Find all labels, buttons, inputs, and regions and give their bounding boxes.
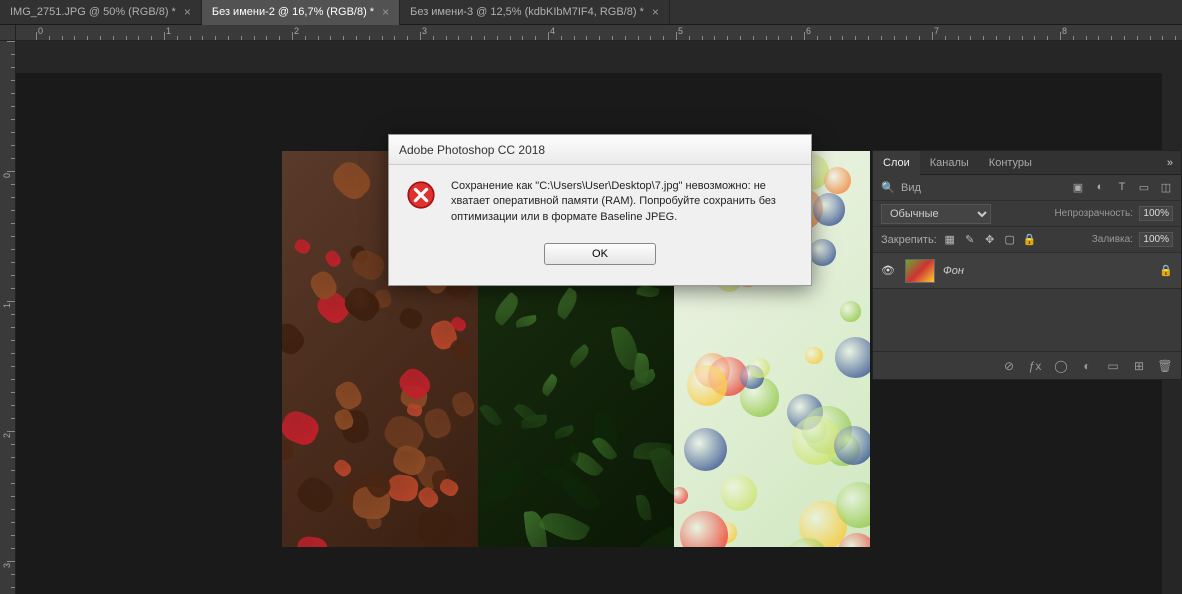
fill-value[interactable]: 100% xyxy=(1139,232,1173,247)
filter-text-icon[interactable]: T xyxy=(1115,181,1129,194)
lock-image-icon[interactable]: ✎ xyxy=(963,233,977,246)
ruler-vertical[interactable]: 0123 xyxy=(0,41,16,594)
document-tabs-bar: IMG_2751.JPG @ 50% (RGB/8) * × Без имени… xyxy=(0,0,1182,25)
panel-tabs: Слои Каналы Контуры » xyxy=(873,151,1181,175)
layer-thumbnail[interactable] xyxy=(905,259,935,283)
filter-pixel-icon[interactable]: ▣ xyxy=(1071,181,1085,194)
blend-opacity-row: Обычные Непрозрачность: 100% xyxy=(873,201,1181,227)
document-tab[interactable]: Без имени-2 @ 16,7% (RGB/8) * × xyxy=(202,0,400,25)
filter-smart-icon[interactable]: ◫ xyxy=(1159,181,1173,194)
dialog-body: Сохранение как "C:\Users\User\Desktop\7.… xyxy=(389,165,811,285)
trash-icon[interactable]: 🗑 xyxy=(1157,359,1173,373)
visibility-icon[interactable]: 👁 xyxy=(881,264,897,277)
filter-type-select[interactable]: Вид xyxy=(901,182,1065,194)
layer-item[interactable]: 👁 Фон 🔒 xyxy=(873,253,1181,289)
lock-fill-row: Закрепить: ▦ ✎ ✥ ▢ 🔒 Заливка: 100% xyxy=(873,227,1181,253)
lock-artboard-icon[interactable]: ▢ xyxy=(1003,233,1017,246)
ok-button[interactable]: OK xyxy=(544,243,656,265)
tab-paths[interactable]: Контуры xyxy=(979,151,1042,175)
fx-icon[interactable]: ƒx xyxy=(1027,359,1043,373)
new-layer-icon[interactable]: ⊞ xyxy=(1131,359,1147,373)
layer-filter-row: 🔍 Вид ▣ ◐ T ▭ ◫ xyxy=(873,175,1181,201)
tab-layers[interactable]: Слои xyxy=(873,151,920,175)
lock-position-icon[interactable]: ✥ xyxy=(983,233,997,246)
filter-icons: ▣ ◐ T ▭ ◫ xyxy=(1071,181,1173,194)
close-icon[interactable]: × xyxy=(382,5,389,19)
collapse-icon[interactable]: » xyxy=(1159,157,1181,169)
layer-name[interactable]: Фон xyxy=(943,265,1151,277)
link-layers-icon[interactable]: ⊘ xyxy=(1001,359,1017,373)
lock-all-icon[interactable]: 🔒 xyxy=(1023,233,1037,246)
mask-icon[interactable]: ◯ xyxy=(1053,359,1069,373)
dialog-title-bar[interactable]: Adobe Photoshop CC 2018 xyxy=(389,135,811,165)
tab-label: Без имени-2 @ 16,7% (RGB/8) * xyxy=(212,6,374,18)
filter-shape-icon[interactable]: ▭ xyxy=(1137,181,1151,194)
blend-mode-select[interactable]: Обычные xyxy=(881,204,991,224)
dialog-title: Adobe Photoshop CC 2018 xyxy=(399,143,545,157)
layers-panel: Слои Каналы Контуры » 🔍 Вид ▣ ◐ T ▭ ◫ Об… xyxy=(872,150,1182,380)
document-tab[interactable]: IMG_2751.JPG @ 50% (RGB/8) * × xyxy=(0,0,202,25)
tab-label: IMG_2751.JPG @ 50% (RGB/8) * xyxy=(10,6,176,18)
opacity-value[interactable]: 100% xyxy=(1139,206,1173,221)
tab-channels[interactable]: Каналы xyxy=(920,151,979,175)
fill-label: Заливка: xyxy=(1092,234,1133,245)
close-icon[interactable]: × xyxy=(652,5,659,19)
close-icon[interactable]: × xyxy=(184,5,191,19)
lock-icon[interactable]: 🔒 xyxy=(1159,264,1173,277)
error-icon xyxy=(405,179,437,211)
opacity-label: Непрозрачность: xyxy=(1054,208,1133,219)
document-tab[interactable]: Без имени-3 @ 12,5% (kdbKIbM7IF4, RGB/8)… xyxy=(400,0,670,25)
lock-label: Закрепить: xyxy=(881,234,937,246)
lock-transparency-icon[interactable]: ▦ xyxy=(943,233,957,246)
filter-adjust-icon[interactable]: ◐ xyxy=(1093,181,1107,194)
dialog-message: Сохранение как "C:\Users\User\Desktop\7.… xyxy=(451,179,795,225)
group-icon[interactable]: ▭ xyxy=(1105,359,1121,373)
layers-panel-footer: ⊘ ƒx ◯ ◐ ▭ ⊞ 🗑 xyxy=(873,351,1181,379)
layer-list: 👁 Фон 🔒 xyxy=(873,253,1181,319)
error-dialog: Adobe Photoshop CC 2018 Сохранение как "… xyxy=(388,134,812,286)
ruler-horizontal[interactable]: 012345678 xyxy=(16,25,1182,41)
search-icon[interactable]: 🔍 xyxy=(881,181,895,194)
tab-label: Без имени-3 @ 12,5% (kdbKIbM7IF4, RGB/8)… xyxy=(410,6,644,18)
ruler-corner[interactable] xyxy=(0,25,16,41)
adjustment-icon[interactable]: ◐ xyxy=(1079,359,1095,373)
